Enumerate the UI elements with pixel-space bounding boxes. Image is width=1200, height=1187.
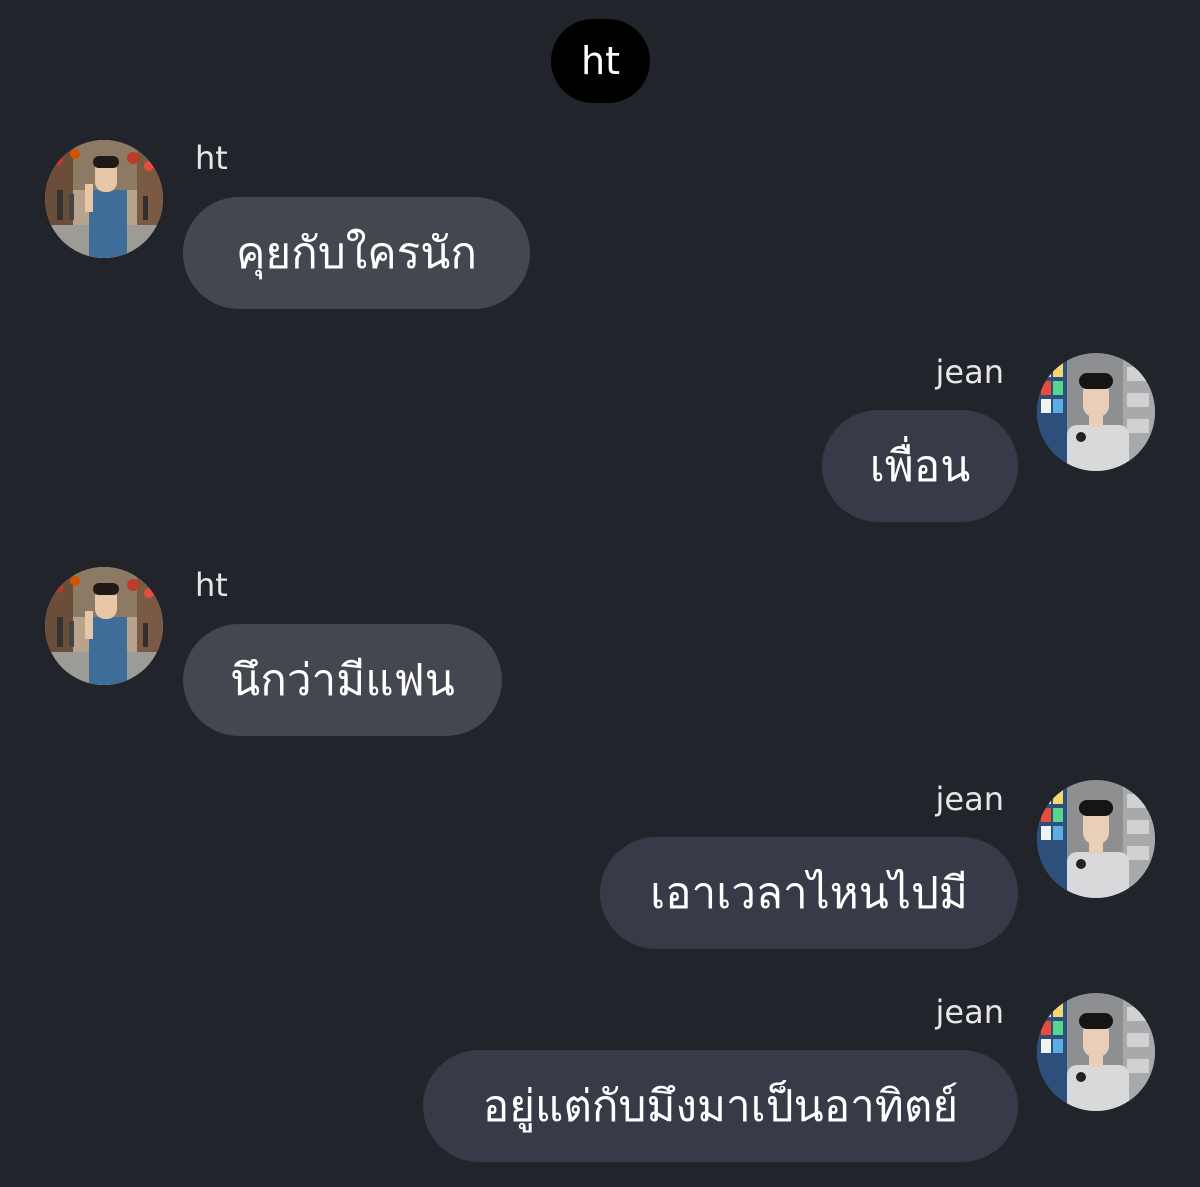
sender-name: jean [935,353,1004,391]
ht-avatar[interactable] [45,140,163,258]
ht-profile-photo [45,140,163,258]
sender-name: jean [935,993,1004,1031]
chat-view: ht ht คุยกับใครนัก jean เพื่อน ht นึกว่า… [0,0,1200,1187]
ht-avatar[interactable] [45,567,163,685]
chat-title-pill[interactable]: ht [551,19,650,103]
sender-name: jean [935,780,1004,818]
jean-avatar[interactable] [1037,353,1155,471]
jean-profile-photo [1037,993,1155,1111]
message-bubble[interactable]: อยู่แต่กับมึงมาเป็นอาทิตย์ [423,1050,1018,1162]
jean-avatar[interactable] [1037,780,1155,898]
message-bubble[interactable]: คุยกับใครนัก [183,197,530,309]
sender-name: ht [195,566,228,604]
message-bubble[interactable]: เพื่อน [822,410,1018,522]
sender-name: ht [195,139,228,177]
message-bubble[interactable]: นึกว่ามีแฟน [183,624,502,736]
jean-profile-photo [1037,353,1155,471]
jean-avatar[interactable] [1037,993,1155,1111]
jean-profile-photo [1037,780,1155,898]
message-bubble[interactable]: เอาเวลาไหนไปมี [600,837,1018,949]
ht-profile-photo [45,567,163,685]
